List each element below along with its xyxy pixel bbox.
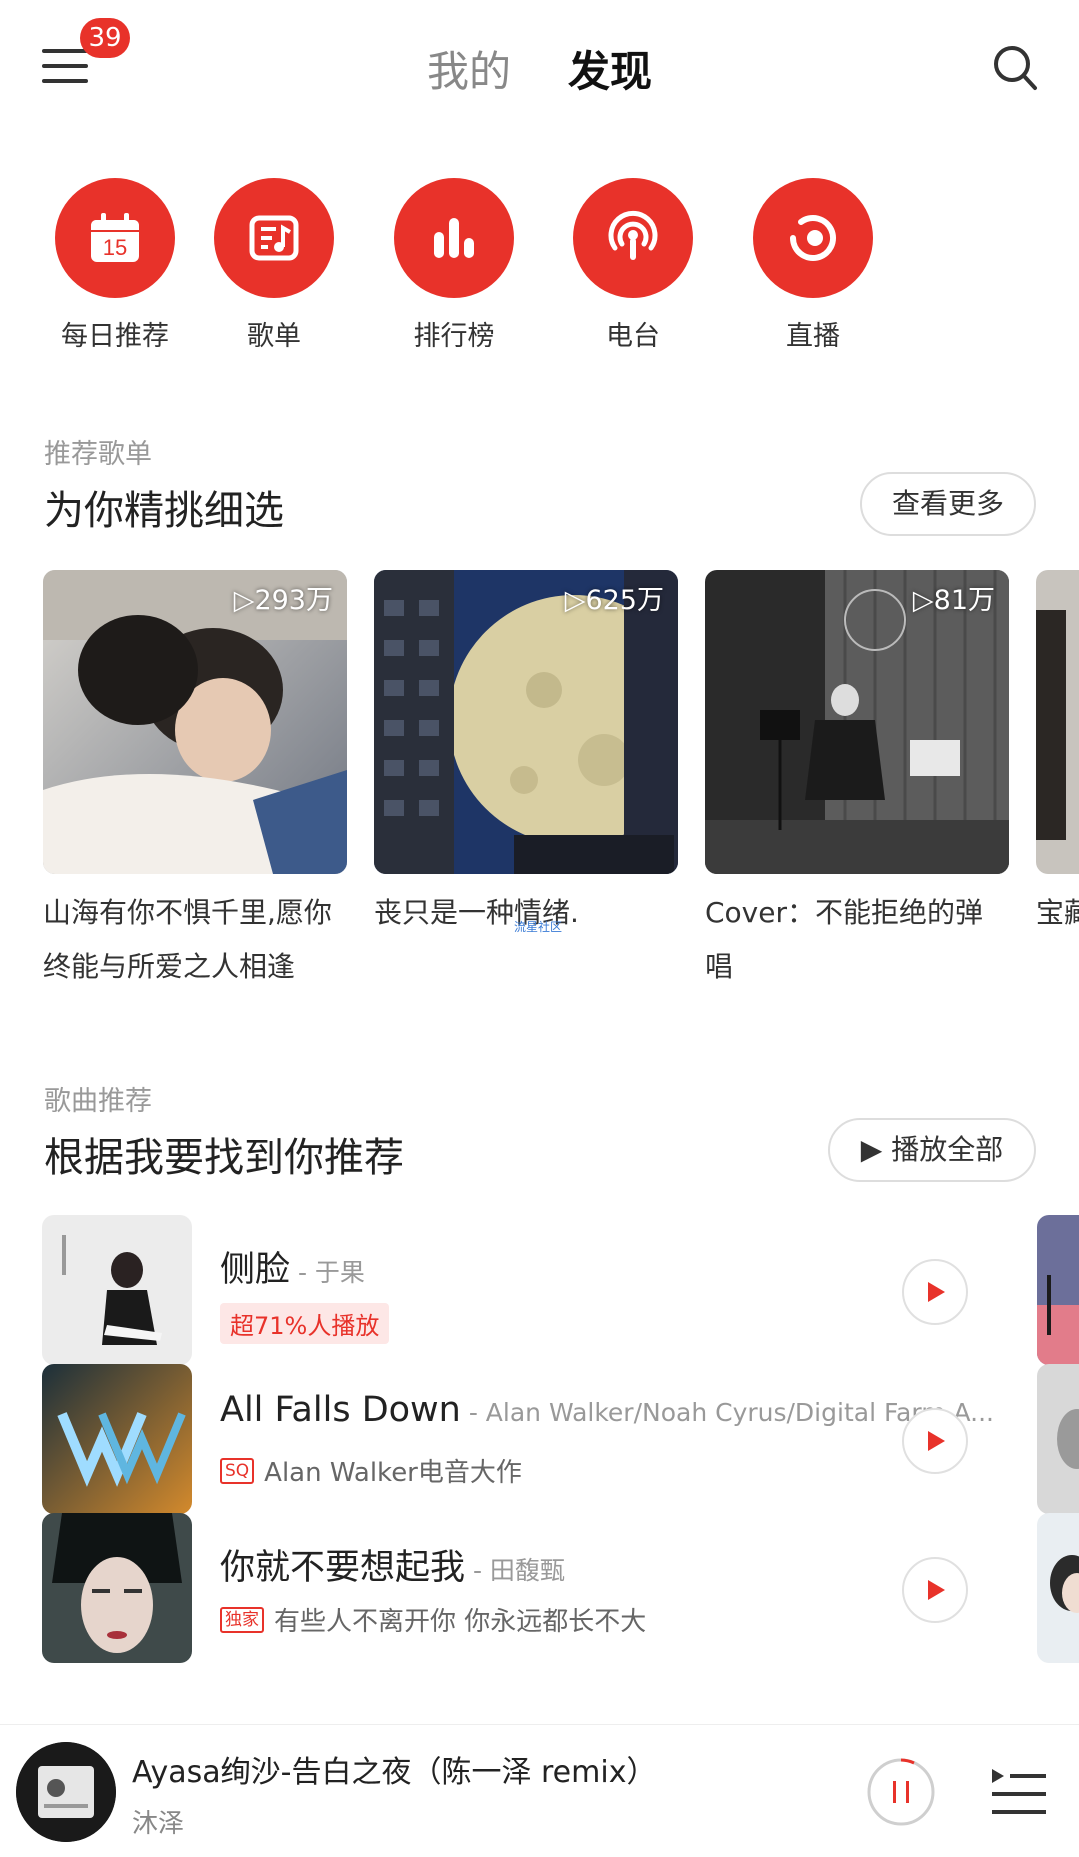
- playlist-icon: [214, 178, 334, 298]
- watermark: 流星社区: [514, 920, 563, 934]
- pause-icon: [867, 1758, 935, 1826]
- play-song-button[interactable]: [902, 1259, 968, 1325]
- search-button[interactable]: [992, 44, 1038, 92]
- now-playing-title: Ayasa绚沙-告白之夜（陈一泽 remix）: [132, 1755, 657, 1790]
- tab-mine[interactable]: 我的: [427, 38, 511, 99]
- playlist-queue-button[interactable]: [990, 1765, 1048, 1821]
- playlists-title: 为你精挑细选: [44, 488, 284, 534]
- song-title: 侧脸 - 于果: [220, 1250, 365, 1290]
- view-more-button[interactable]: 查看更多: [860, 472, 1036, 536]
- playlist-title: Cover：不能拒绝的弹唱: [705, 896, 983, 983]
- song-row[interactable]: 你就不要想起我 - 田馥甄 独家 有些人不离开你 你永远都长不大: [0, 1513, 1079, 1663]
- nav-radio[interactable]: 电台: [548, 178, 718, 353]
- song-cover[interactable]: [42, 1513, 192, 1663]
- nav-label: 歌单: [247, 321, 301, 352]
- song-description: Alan Walker电音大作: [264, 1458, 522, 1488]
- playlist-cover: ▷81万: [705, 570, 1009, 874]
- next-column-cover: [1037, 1513, 1079, 1663]
- song-meta: SQ Alan Walker电音大作: [220, 1452, 522, 1489]
- nav-label: 电台: [606, 321, 660, 352]
- playlist-cover: ▷625万: [374, 570, 678, 874]
- song-artist: - 于果: [290, 1258, 365, 1287]
- song-cover[interactable]: [42, 1215, 192, 1365]
- song-row[interactable]: 侧脸 - 于果 超71%人播放: [0, 1215, 1079, 1365]
- song-title: 你就不要想起我 - 田馥甄: [220, 1548, 565, 1588]
- song-meta: 独家 有些人不离开你 你永远都长不大: [220, 1601, 646, 1638]
- play-count: ▷81万: [912, 585, 995, 616]
- next-column-cover: [1037, 1364, 1079, 1514]
- song-row[interactable]: All Falls Down - Alan Walker/Noah Cyrus/…: [0, 1364, 1079, 1514]
- nav-label: 每日推荐: [61, 321, 169, 352]
- playlist-card[interactable]: ▷625万 丧只是一种情绪.: [374, 570, 678, 940]
- playlist-title: 宝藏业: [1036, 896, 1079, 929]
- play-song-button[interactable]: [902, 1557, 968, 1623]
- play-song-button[interactable]: [902, 1408, 968, 1474]
- nav-charts[interactable]: 排行榜: [369, 178, 539, 353]
- live-icon: [753, 178, 873, 298]
- nav-label: 直播: [786, 321, 840, 352]
- now-playing-artist: 沐泽: [132, 1809, 185, 1839]
- song-meta: 超71%人播放: [220, 1303, 390, 1344]
- playlist-card[interactable]: ▷81万 Cover：不能拒绝的弹唱: [705, 570, 1009, 990]
- playlist-cover: [1036, 570, 1079, 874]
- play-count: ▷293万: [233, 585, 333, 616]
- nav-label: 排行榜: [413, 321, 495, 352]
- play-icon: [928, 1282, 945, 1302]
- tab-discover[interactable]: 发现: [568, 38, 652, 99]
- nav-playlists[interactable]: 歌单: [189, 178, 359, 353]
- mini-player[interactable]: Ayasa绚沙-告白之夜（陈一泽 remix） 沐泽: [0, 1724, 1079, 1857]
- playlist-card[interactable]: ▷293万 山海有你不惧千里,愿你终能与所爱之人相逢: [43, 570, 347, 990]
- song-artist: - 田馥甄: [465, 1556, 565, 1585]
- play-icon: [928, 1580, 945, 1600]
- calendar-day: 15: [103, 235, 127, 260]
- calendar-icon: 15: [55, 178, 175, 298]
- songs-subtitle: 歌曲推荐: [44, 1086, 152, 1117]
- nav-live[interactable]: 直播: [728, 178, 898, 353]
- nav-daily-recommend[interactable]: 15 每日推荐: [30, 178, 200, 353]
- queue-icon: [992, 1769, 1046, 1814]
- now-playing-cover[interactable]: [16, 1742, 116, 1842]
- quick-nav: 15 每日推荐 歌单 排行榜 电台 直播: [0, 178, 1079, 358]
- play-icon: [928, 1431, 945, 1451]
- song-cover[interactable]: [42, 1364, 192, 1514]
- playlist-card[interactable]: 宝藏业: [1036, 570, 1079, 940]
- popularity-tag: 超71%人播放: [220, 1303, 390, 1344]
- playlist-title: 山海有你不惧千里,愿你终能与所爱之人相逢: [43, 896, 332, 983]
- exclusive-tag: 独家: [220, 1606, 264, 1633]
- song-description: 有些人不离开你 你永远都长不大: [274, 1607, 647, 1637]
- search-icon: [994, 46, 1037, 90]
- play-count: ▷625万: [564, 585, 664, 616]
- next-column-cover: [1037, 1215, 1079, 1365]
- top-bar: 39 我的 发现: [0, 0, 1079, 130]
- playlist-cover: ▷293万: [43, 570, 347, 874]
- playlists-subtitle: 推荐歌单: [44, 439, 152, 470]
- play-all-button[interactable]: ▶ 播放全部: [828, 1118, 1036, 1182]
- top-tabs: 我的 发现: [0, 38, 1079, 99]
- songs-title: 根据我要找到你推荐: [44, 1135, 404, 1181]
- chart-bars-icon: [394, 178, 514, 298]
- song-title: All Falls Down - Alan Walker/Noah Cyrus/…: [220, 1390, 995, 1430]
- pause-button[interactable]: [866, 1757, 936, 1827]
- radio-icon: [573, 178, 693, 298]
- quality-tag: SQ: [220, 1457, 255, 1484]
